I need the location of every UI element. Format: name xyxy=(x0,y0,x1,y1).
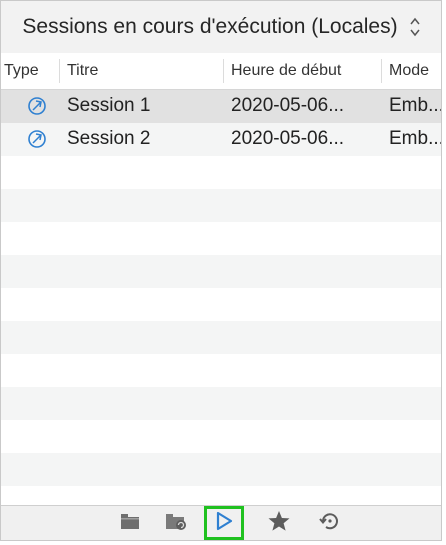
session-start-time: 2020-05-06... xyxy=(231,128,345,149)
table-header: Type Titre Heure de début Mode xyxy=(1,53,441,90)
star-icon xyxy=(267,510,291,537)
session-title: Session 1 xyxy=(67,95,151,116)
column-divider[interactable] xyxy=(381,59,382,83)
empty-row xyxy=(1,387,441,420)
history-icon xyxy=(318,510,342,537)
empty-row xyxy=(1,321,441,354)
bottom-toolbar xyxy=(1,505,441,540)
column-divider[interactable] xyxy=(59,59,60,83)
up-down-chevron-icon xyxy=(410,16,420,38)
table-row[interactable]: Session 2 2020-05-06... Emb... xyxy=(1,123,441,156)
column-header-type[interactable]: Type xyxy=(4,62,39,80)
run-session-button[interactable] xyxy=(204,506,244,540)
session-start-time: 2020-05-06... xyxy=(231,95,345,116)
sessions-scope-label: Sessions en cours d'exécution (Locales) xyxy=(22,15,398,38)
table-row[interactable]: Session 1 2020-05-06... Emb... xyxy=(1,90,441,123)
play-icon xyxy=(213,510,235,537)
favorite-button[interactable] xyxy=(264,509,294,537)
empty-row xyxy=(1,189,441,222)
empty-row xyxy=(1,420,441,453)
session-title: Session 2 xyxy=(67,128,151,149)
session-icon xyxy=(27,96,47,122)
running-sessions-panel: Sessions en cours d'exécution (Locales) … xyxy=(0,0,442,541)
session-icon xyxy=(27,129,47,155)
empty-row xyxy=(1,156,441,189)
open-folder-button[interactable] xyxy=(115,509,145,537)
column-header-title[interactable]: Titre xyxy=(67,62,98,80)
session-mode: Emb... xyxy=(389,95,441,116)
empty-row xyxy=(1,453,441,486)
sessions-table-body: Session 1 2020-05-06... Emb... Session 2 202… xyxy=(1,90,441,508)
column-divider[interactable] xyxy=(223,59,224,83)
folder-icon xyxy=(119,511,141,536)
empty-row xyxy=(1,354,441,387)
empty-row xyxy=(1,255,441,288)
folder-sync-icon xyxy=(164,511,188,536)
history-button[interactable] xyxy=(315,509,345,537)
column-header-start-time[interactable]: Heure de début xyxy=(231,62,341,80)
sessions-scope-selector[interactable]: Sessions en cours d'exécution (Locales) xyxy=(1,1,441,54)
column-header-mode[interactable]: Mode xyxy=(389,62,429,80)
session-mode: Emb... xyxy=(389,128,441,149)
folder-sync-button[interactable] xyxy=(161,509,191,537)
empty-row xyxy=(1,288,441,321)
empty-row xyxy=(1,222,441,255)
